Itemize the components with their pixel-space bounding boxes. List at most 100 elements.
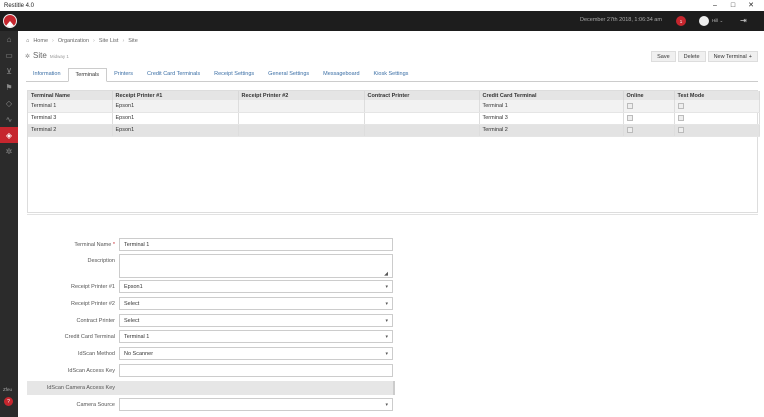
- description-label: Description: [87, 257, 115, 264]
- terminal-name-input[interactable]: Terminal 1: [119, 238, 393, 251]
- chevron-down-icon: ▾: [385, 283, 388, 290]
- cell-online: [623, 100, 675, 113]
- online-checkbox[interactable]: [626, 126, 633, 133]
- main-content: ⌂ Home › Organization › Site List › Site ✲ …: [18, 31, 764, 417]
- home-icon[interactable]: ⌂: [0, 31, 18, 47]
- new-terminal-button[interactable]: New Terminal +: [707, 51, 758, 62]
- cell-receipt-printer-1: Epson1: [112, 124, 239, 137]
- chevron-down-icon: ▾: [385, 333, 388, 340]
- credit-card-terminal-select[interactable]: Terminal 1 ▾: [119, 330, 393, 343]
- breadcrumb-organization[interactable]: Organization: [58, 38, 89, 44]
- table-row[interactable]: Terminal 2 Epson1 Terminal 2: [28, 124, 760, 137]
- row-highlight-edge: [393, 381, 395, 395]
- page-heading: ✲ Site Midway 1: [25, 51, 69, 60]
- column-header[interactable]: Online: [623, 91, 675, 100]
- cell-terminal-name: Terminal 2: [28, 124, 113, 137]
- tab-printers[interactable]: Printers: [107, 68, 140, 82]
- cell-contract-printer: [364, 112, 480, 125]
- shield-icon[interactable]: ◈: [0, 127, 18, 143]
- user-menu[interactable]: Hill ⌄: [712, 18, 723, 24]
- credit-card-terminal-label: Credit Card Terminal: [64, 333, 115, 340]
- column-header[interactable]: Terminal Name: [28, 91, 113, 100]
- notification-badge[interactable]: 1: [676, 16, 686, 26]
- tab-messageboard[interactable]: Messageboard: [316, 68, 366, 82]
- help-icon[interactable]: ?: [4, 397, 13, 406]
- cell-receipt-printer-2: [238, 112, 365, 125]
- receipt-printer-2-select[interactable]: Select ▾: [119, 297, 393, 310]
- idscan-method-select[interactable]: No Scanner ▾: [119, 347, 393, 360]
- idscan-camera-access-key-input[interactable]: [119, 381, 393, 394]
- cell-test-mode: [674, 112, 760, 125]
- online-checkbox[interactable]: [626, 102, 633, 109]
- cell-test-mode: [674, 100, 760, 113]
- column-header[interactable]: Test Mode: [674, 91, 760, 100]
- cell-terminal-name: Terminal 1: [28, 100, 113, 113]
- column-header[interactable]: Receipt Printer #1: [112, 91, 239, 100]
- tag-icon[interactable]: ◇: [0, 95, 18, 111]
- cell-contract-printer: [364, 124, 480, 137]
- terminal-name-label: Terminal Name *: [74, 241, 115, 248]
- tab-kiosk-settings[interactable]: Kiosk Settings: [367, 68, 416, 82]
- column-header[interactable]: Credit Card Terminal: [479, 91, 624, 100]
- receipt-printer-1-select[interactable]: Epson1 ▾: [119, 280, 393, 293]
- sidebar: ⌂ ▭ ⊻ ⚑ ◇ ∿ ◈ ✲ Zfeu ?: [0, 31, 18, 417]
- test-mode-checkbox[interactable]: [677, 126, 684, 133]
- plus-icon: +: [748, 53, 752, 60]
- avatar[interactable]: [699, 16, 709, 26]
- tab-information[interactable]: Information: [26, 68, 68, 82]
- page-title: Site: [33, 51, 47, 60]
- logout-icon[interactable]: ⇥: [740, 16, 750, 26]
- user-name: Hill: [712, 18, 719, 23]
- chevron-down-icon: ▾: [385, 401, 388, 408]
- tab-receipt-settings[interactable]: Receipt Settings: [207, 68, 261, 82]
- test-mode-checkbox[interactable]: [677, 102, 684, 109]
- contract-printer-select[interactable]: Select ▾: [119, 314, 393, 327]
- test-mode-checkbox[interactable]: [677, 114, 684, 121]
- idscan-access-key-input[interactable]: [119, 364, 393, 377]
- cell-online: [623, 124, 675, 137]
- receipt-printer-2-label: Receipt Printer #2: [70, 300, 115, 307]
- tab-terminals[interactable]: Terminals: [67, 68, 108, 82]
- cell-credit-card-terminal: Terminal 2: [479, 124, 624, 137]
- top-header: December 27th 2018, 1:06:34 am 1 Hill ⌄ …: [0, 11, 764, 31]
- receipt-printer-1-label: Receipt Printer #1: [70, 283, 115, 290]
- tab-general-settings[interactable]: General Settings: [261, 68, 316, 82]
- save-button[interactable]: Save: [651, 51, 676, 62]
- breadcrumb-home[interactable]: Home: [33, 38, 48, 44]
- cell-online: [623, 112, 675, 125]
- chart-icon[interactable]: ∿: [0, 111, 18, 127]
- breadcrumb-site-list[interactable]: Site List: [99, 38, 119, 44]
- monitor-icon[interactable]: ▭: [0, 47, 18, 63]
- help-label: Zfeu: [3, 387, 13, 392]
- cell-receipt-printer-1: Epson1: [112, 112, 239, 125]
- contract-printer-label: Contract Printer: [76, 317, 115, 324]
- online-checkbox[interactable]: [626, 114, 633, 121]
- settings-icon: ✲: [25, 54, 31, 60]
- terminals-table: Terminal Name Receipt Printer #1 Receipt…: [27, 90, 760, 213]
- table-header: Terminal Name Receipt Printer #1 Receipt…: [28, 91, 760, 100]
- logo-icon: [3, 14, 17, 28]
- breadcrumb-site: Site: [128, 38, 138, 44]
- maximize-button[interactable]: □: [724, 0, 742, 11]
- column-header[interactable]: Receipt Printer #2: [238, 91, 365, 100]
- idscan-camera-access-key-label: IdScan Camera Access Key: [46, 384, 115, 391]
- tab-credit-card-terminals[interactable]: Credit Card Terminals: [140, 68, 207, 82]
- flag-icon[interactable]: ⚑: [0, 79, 18, 95]
- table-row[interactable]: Terminal 1 Epson1 Terminal 1: [28, 100, 760, 113]
- table-row[interactable]: Terminal 3 Epson1 Terminal 3: [28, 112, 760, 125]
- camera-source-select[interactable]: ▾: [119, 398, 393, 411]
- cell-credit-card-terminal: Terminal 3: [479, 112, 624, 125]
- minimize-button[interactable]: –: [706, 0, 724, 11]
- action-buttons: Save Delete New Terminal +: [651, 51, 758, 62]
- cell-receipt-printer-1: Epson1: [112, 100, 239, 113]
- cart-icon[interactable]: ⊻: [0, 63, 18, 79]
- description-textarea[interactable]: ◢: [119, 254, 393, 278]
- app-logo[interactable]: [0, 11, 20, 31]
- delete-button[interactable]: Delete: [677, 51, 706, 62]
- gear-icon[interactable]: ✲: [0, 143, 18, 159]
- cell-receipt-printer-2: [238, 124, 365, 137]
- close-window-button[interactable]: ✕: [742, 0, 760, 11]
- resize-handle-icon[interactable]: ◢: [384, 271, 388, 277]
- column-header[interactable]: Contract Printer: [364, 91, 480, 100]
- section-divider: [27, 214, 758, 215]
